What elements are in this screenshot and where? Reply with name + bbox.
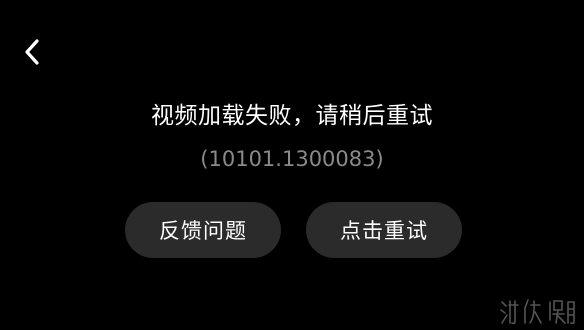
error-code: (10101.1300083) xyxy=(200,147,384,171)
action-button-row: 反馈问题 点击重试 xyxy=(0,202,584,258)
retry-button[interactable]: 点击重试 xyxy=(306,202,462,258)
chevron-left-icon xyxy=(25,39,39,65)
retry-button-label: 点击重试 xyxy=(340,219,428,243)
error-message: 视频加载失败，请稍后重试 xyxy=(151,103,433,129)
back-button[interactable] xyxy=(14,34,50,70)
feedback-button[interactable]: 反馈问题 xyxy=(125,202,281,258)
feedback-button-label: 反馈问题 xyxy=(159,219,247,243)
watermark-logo xyxy=(500,299,575,325)
